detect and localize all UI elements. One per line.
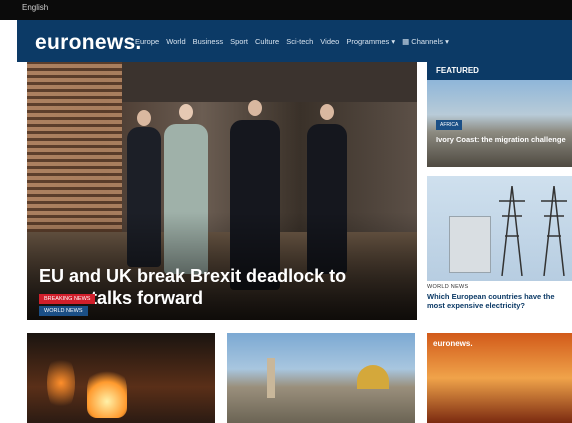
site-header: euronews. Europe World Business Sport Cu…: [17, 20, 572, 62]
pylon-icon: [541, 186, 567, 276]
bottom-card-fire[interactable]: [27, 333, 215, 423]
language-selector[interactable]: English: [22, 3, 48, 12]
hero-image-ceiling: [122, 62, 417, 102]
bottom-card-jerusalem[interactable]: [227, 333, 415, 423]
nav-programmes[interactable]: Programmes ▾: [346, 37, 395, 46]
fire-shape: [47, 353, 75, 413]
article-card-text[interactable]: WORLD NEWS Which European countries have…: [427, 284, 572, 310]
hero-person-head: [320, 104, 334, 120]
card-logo: euronews.: [433, 339, 473, 348]
tower-shape: [267, 358, 275, 398]
browser-top-strip: English: [0, 0, 572, 20]
nav-world[interactable]: World: [166, 37, 185, 46]
article-title[interactable]: Which European countries have the most e…: [427, 292, 572, 310]
featured-card[interactable]: AFRICA Ivory Coast: the migration challe…: [427, 80, 572, 167]
article-card-image[interactable]: [427, 176, 572, 281]
nav-scitech[interactable]: Sci-tech: [286, 37, 313, 46]
main-nav: Europe World Business Sport Culture Sci-…: [135, 37, 449, 46]
breaking-news-badge: BREAKING NEWS: [39, 294, 96, 304]
hero-person-head: [137, 110, 151, 126]
nav-culture[interactable]: Culture: [255, 37, 279, 46]
left-margin: [0, 20, 17, 423]
category-badge[interactable]: WORLD NEWS: [39, 306, 88, 316]
featured-header: FEATURED: [427, 62, 572, 80]
card-tag[interactable]: AFRICA: [436, 120, 463, 130]
pylon-icon: [499, 186, 525, 276]
nav-europe[interactable]: Europe: [135, 37, 159, 46]
hero-person-head: [248, 100, 262, 116]
nav-channels[interactable]: ▦ Channels ▾: [402, 37, 449, 46]
euronews-logo[interactable]: euronews.: [35, 31, 142, 55]
building-shape: [449, 216, 491, 273]
card-title[interactable]: Ivory Coast: the migration challenge: [436, 135, 566, 144]
fire-shape: [87, 363, 127, 418]
dome-shape: [357, 365, 389, 389]
nav-sport[interactable]: Sport: [230, 37, 248, 46]
hero-article[interactable]: EU and UK break Brexit deadlock to move …: [27, 62, 417, 320]
article-category[interactable]: WORLD NEWS: [427, 284, 572, 290]
nav-business[interactable]: Business: [193, 37, 223, 46]
bottom-card-euronews[interactable]: euronews.: [427, 333, 572, 423]
hero-person-head: [179, 104, 193, 120]
nav-video[interactable]: Video: [320, 37, 339, 46]
